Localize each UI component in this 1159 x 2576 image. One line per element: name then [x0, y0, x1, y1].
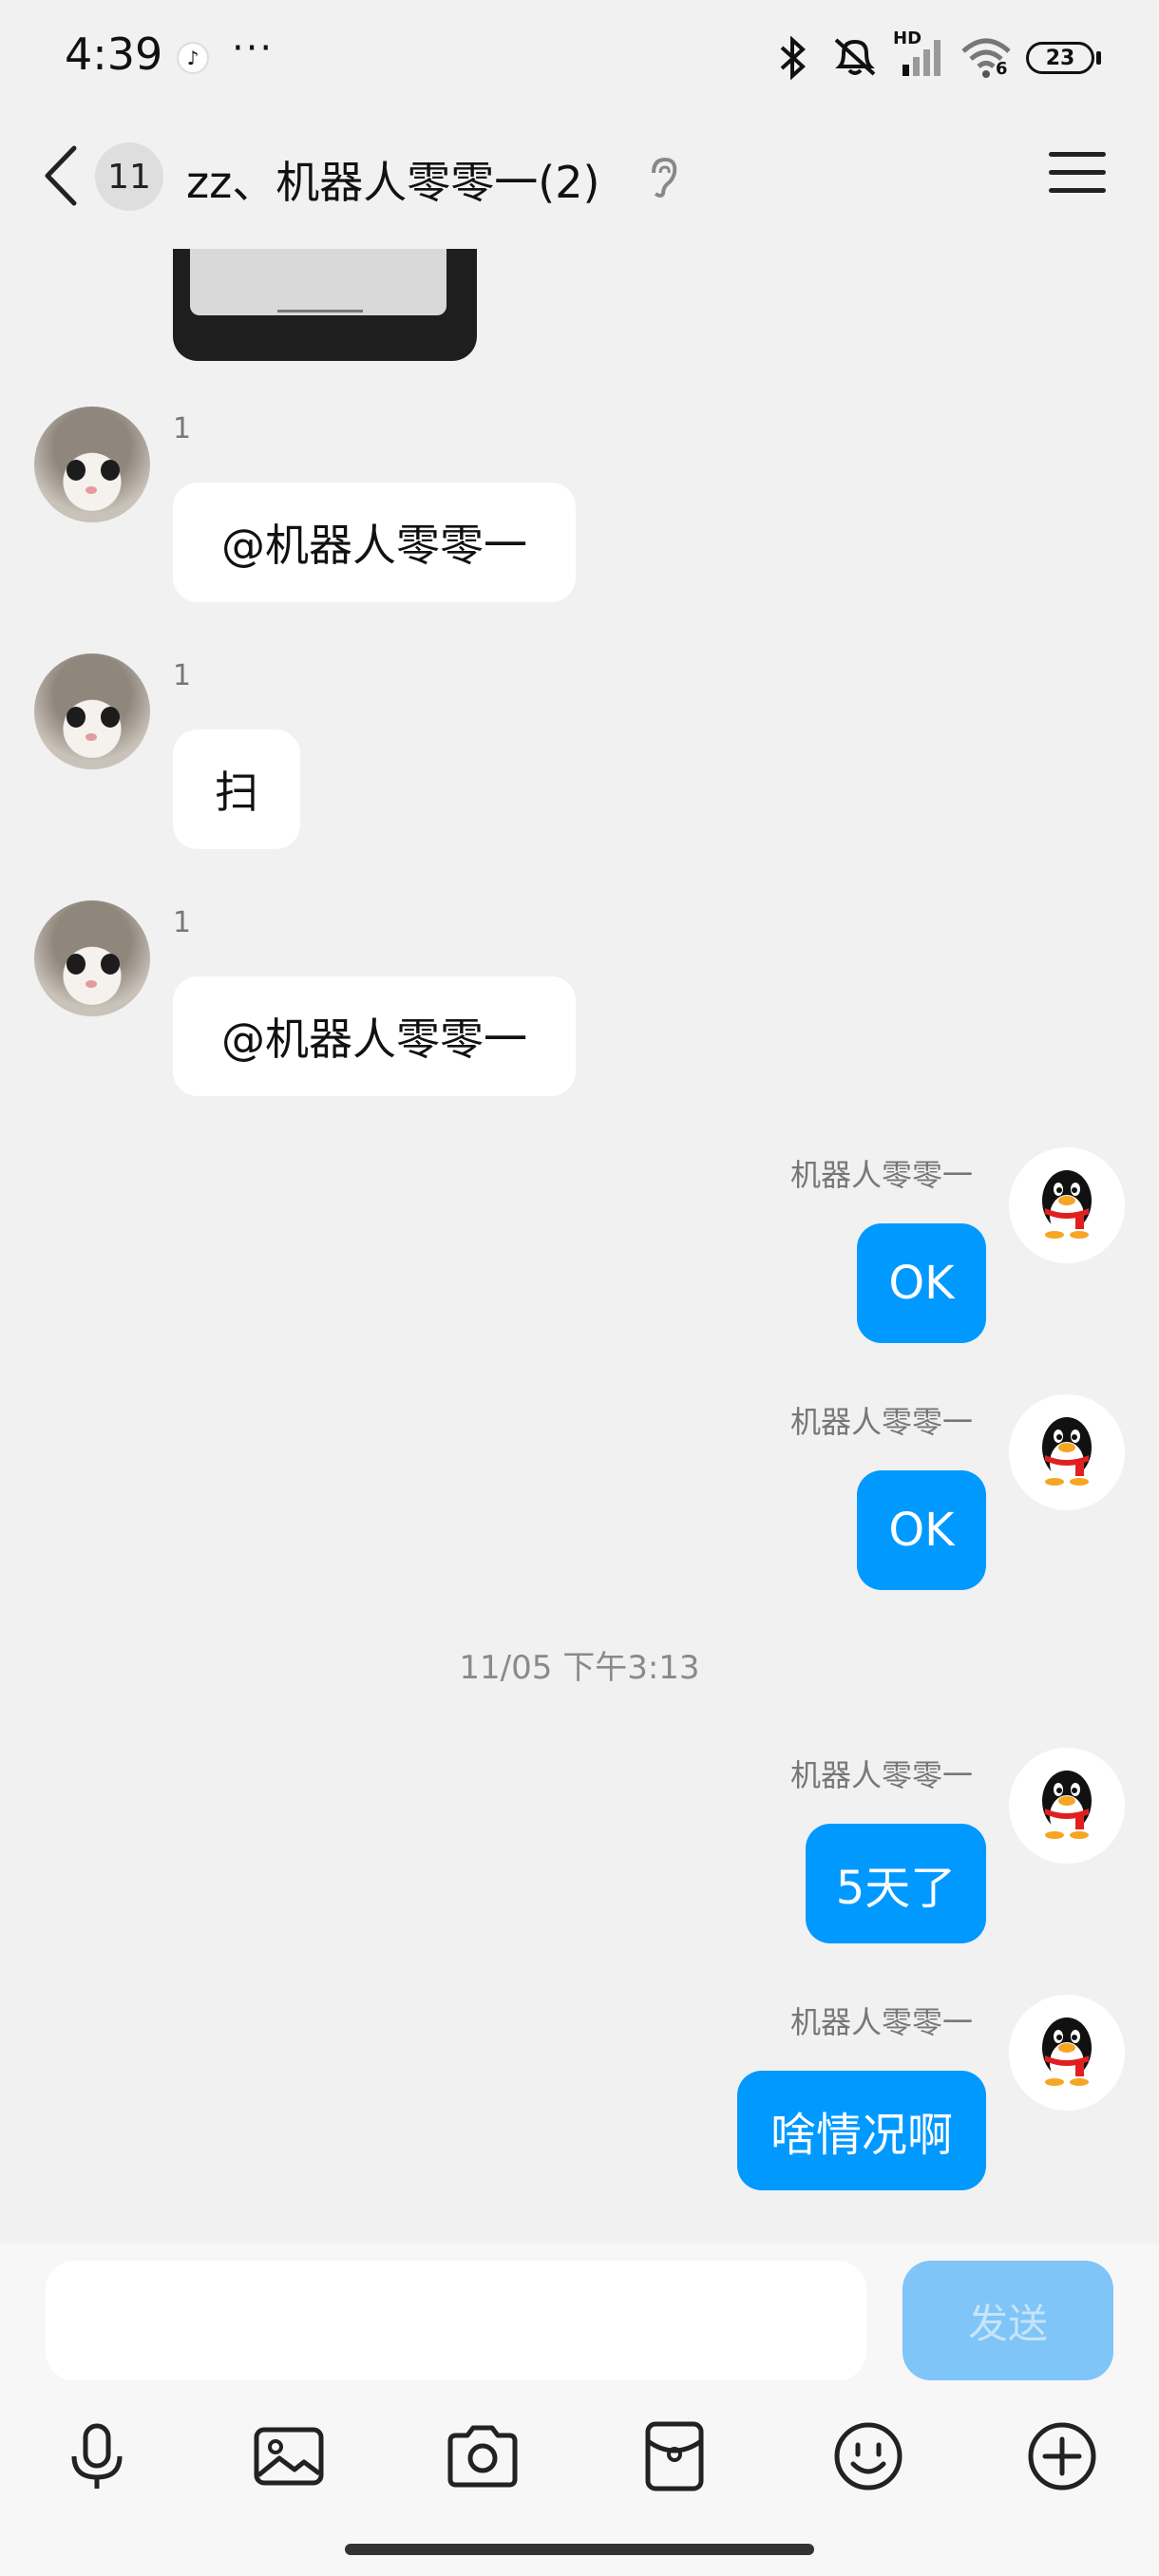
sender-name: 机器人零零一 — [789, 2004, 973, 2040]
wifi-icon — [961, 38, 1011, 78]
message-bubble-outgoing[interactable]: 啥情况啊 — [737, 2071, 986, 2190]
sender-avatar[interactable] — [34, 407, 150, 522]
avatar-eye — [66, 460, 86, 481]
camera-icon[interactable] — [445, 2418, 521, 2494]
chat-menu-button[interactable] — [1049, 152, 1106, 199]
battery-tip — [1096, 51, 1101, 65]
home-indicator[interactable] — [345, 2544, 814, 2555]
signal-strength-icon — [902, 40, 940, 76]
image-icon[interactable] — [251, 2418, 327, 2494]
message-bubble-outgoing[interactable]: OK — [857, 1223, 986, 1343]
sender-avatar[interactable] — [34, 653, 150, 769]
more-notifications-indicator: ··· — [232, 27, 275, 70]
qq-penguin-avatar[interactable] — [1009, 1995, 1125, 2111]
message-bubble-outgoing[interactable]: OK — [857, 1470, 986, 1590]
qq-penguin-avatar[interactable] — [1009, 1748, 1125, 1864]
message-bubble-outgoing[interactable]: 5天了 — [806, 1824, 986, 1943]
image-content — [190, 249, 446, 315]
back-button[interactable] — [38, 142, 86, 209]
tiktok-notification-icon: ♪ — [177, 42, 209, 74]
status-time: 4:39 — [65, 28, 163, 80]
message-bubble[interactable]: 扫 — [173, 729, 300, 849]
message-input[interactable] — [46, 2261, 866, 2380]
avatar-eye — [66, 707, 86, 728]
avatar-eye — [101, 954, 120, 975]
menu-line-icon — [1049, 152, 1106, 157]
bluetooth-icon — [780, 36, 806, 80]
microphone-icon[interactable] — [59, 2418, 135, 2494]
sender-name: 机器人零零一 — [789, 1404, 973, 1440]
image-detail — [277, 310, 363, 313]
menu-line-icon — [1049, 188, 1106, 193]
avatar-eye — [101, 460, 120, 481]
unread-count-badge[interactable]: 11 — [95, 142, 163, 211]
sender-name: 机器人零零一 — [789, 1157, 973, 1193]
battery-indicator: 23 — [1026, 42, 1094, 74]
avatar-nose — [86, 980, 97, 988]
menu-line-icon — [1049, 170, 1106, 175]
message-bubble[interactable]: @机器人零零一 — [173, 483, 576, 602]
red-packet-icon[interactable] — [636, 2418, 712, 2494]
avatar-nose — [86, 733, 97, 741]
avatar-nose — [86, 486, 97, 494]
sender-name: 1 — [173, 412, 192, 445]
qq-penguin-avatar[interactable] — [1009, 1394, 1125, 1510]
qq-penguin-avatar[interactable] — [1009, 1147, 1125, 1263]
wifi-version-label: 6 — [996, 59, 1008, 79]
sender-name: 1 — [173, 659, 192, 692]
chat-title[interactable]: zz、机器人零零一(2) — [186, 148, 599, 211]
message-timestamp: 11/05 下午3:13 — [459, 1649, 700, 1687]
sender-name: 机器人零零一 — [789, 1757, 973, 1793]
ear-mode-icon[interactable] — [646, 156, 680, 198]
image-message[interactable] — [173, 249, 477, 361]
plus-icon[interactable] — [1024, 2418, 1100, 2494]
mute-bell-icon — [834, 38, 876, 76]
sender-name: 1 — [173, 906, 192, 939]
avatar-eye — [101, 707, 120, 728]
avatar-eye — [66, 954, 86, 975]
send-button[interactable]: 发送 — [902, 2261, 1113, 2380]
emoji-icon[interactable] — [830, 2418, 906, 2494]
sender-avatar[interactable] — [34, 900, 150, 1016]
message-bubble[interactable]: @机器人零零一 — [173, 976, 576, 1096]
status-bar: 4:39 ♪ ··· HD 6 23 — [0, 0, 1159, 123]
